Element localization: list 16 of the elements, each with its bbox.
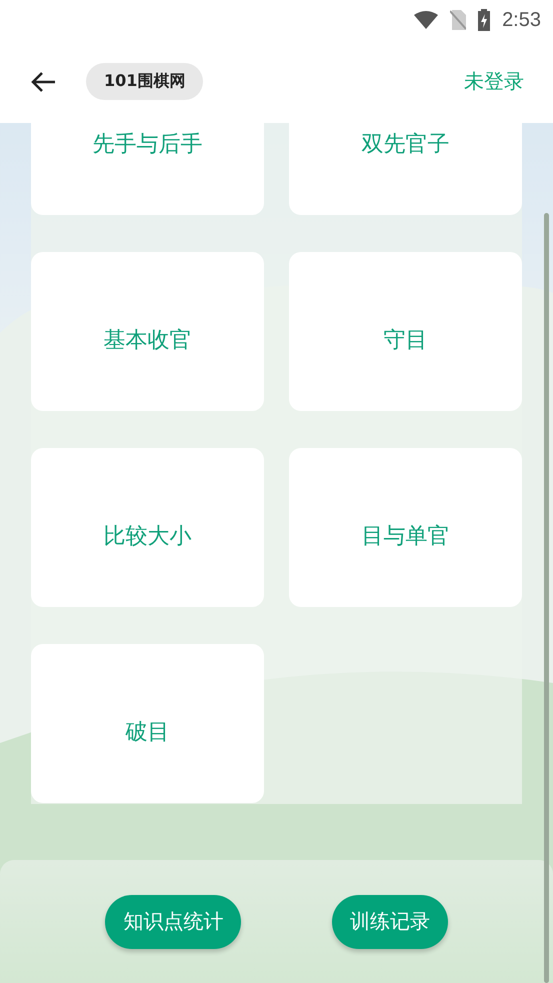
login-link[interactable]: 未登录 [464, 68, 524, 95]
topic-card[interactable]: 守目 [289, 252, 522, 411]
topic-card[interactable]: 基本收官 [31, 252, 264, 411]
topic-card[interactable]: 先手与后手 [31, 123, 264, 215]
no-sim-icon [450, 10, 466, 30]
back-arrow-icon[interactable] [30, 70, 56, 94]
action-button[interactable]: 知识点统计 [105, 894, 242, 948]
topic-card[interactable]: 破目 [31, 644, 264, 803]
action-button[interactable]: 训练记录 [332, 894, 448, 948]
battery-charging-icon [478, 9, 490, 31]
topic-card[interactable]: 比较大小 [31, 448, 264, 607]
status-time: 2:53 [502, 8, 541, 32]
wifi-icon [414, 11, 438, 29]
topic-card[interactable]: 目与单官 [289, 448, 522, 607]
topic-card[interactable]: 双先官子 [289, 123, 522, 215]
site-badge: 101围棋网 [86, 63, 204, 100]
